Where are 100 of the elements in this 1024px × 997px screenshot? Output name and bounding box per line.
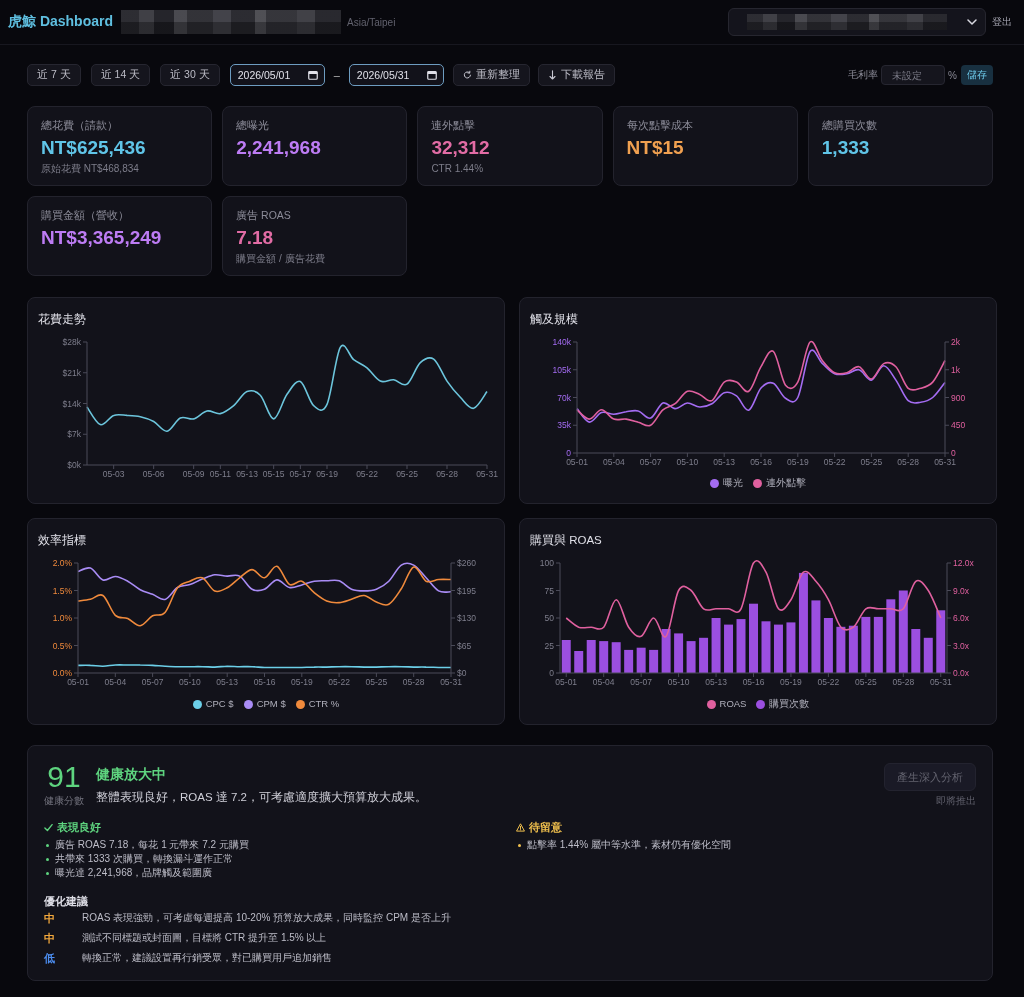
health-summary: 整體表現良好，ROAS 達 7.2，可考慮適度擴大預算放大成果。 — [96, 790, 427, 805]
tick-label: 05-07 — [141, 677, 164, 687]
tick-label: 05-31 — [929, 677, 952, 687]
date-field[interactable]: 2026/05/31 — [348, 64, 444, 86]
health-status: 健康放大中 — [96, 765, 166, 783]
percent-unit: % — [948, 69, 957, 81]
tick-label: 05-28 — [402, 677, 425, 687]
tick-label: 05-22 — [328, 677, 350, 687]
kpi-label: 廣告 ROAS — [236, 208, 291, 222]
margin-field[interactable]: 未設定 — [881, 65, 946, 85]
kpi-label: 總花費（請款） — [41, 118, 118, 132]
tick-label: 05-28 — [892, 677, 915, 687]
range-button[interactable]: 近 30 天 — [160, 64, 220, 86]
tick-label: 0 — [566, 448, 571, 458]
suggestions-title: 優化建議 — [44, 894, 88, 908]
account-select[interactable] — [728, 8, 986, 36]
tick-label: 05-22 — [817, 677, 840, 687]
tick-label: 9.0x — [953, 585, 970, 596]
tick-label: $14k — [62, 398, 81, 409]
tick-label: 2.0% — [52, 558, 72, 568]
logout-link[interactable]: 登出 — [992, 15, 1012, 29]
kpi-value: 1,333 — [821, 136, 870, 160]
tick-label: 05-13 — [216, 677, 239, 687]
score-label: 健康分數 — [44, 794, 84, 808]
tick-label: 05-28 — [436, 469, 458, 479]
tick-label: 05-22 — [356, 469, 378, 479]
tick-label: 05-13 — [713, 457, 736, 467]
tick-label: 0 — [951, 448, 956, 458]
tick-label: 05-07 — [630, 677, 652, 687]
kpi-value: NT$3,365,249 — [41, 226, 162, 250]
tick-label: 05-31 — [934, 457, 956, 467]
tick-label: 05-25 — [396, 469, 418, 479]
finding-text: 廣告 ROAS 7.18，每花 1 元帶來 7.2 元購買 — [55, 838, 249, 852]
tick-label: 05-31 — [476, 469, 498, 479]
tick-label: 6.0x — [953, 613, 970, 623]
tick-label: 05-10 — [667, 677, 690, 687]
tick-label: 105k — [552, 364, 571, 375]
tick-label: 0 — [549, 668, 554, 678]
tick-label: 12.0x — [953, 558, 974, 568]
kpi-label: 每次點擊成本 — [626, 118, 693, 132]
tick-label: 75 — [544, 585, 554, 596]
tick-label: $28k — [62, 337, 81, 347]
range-button[interactable]: 近 7 天 — [27, 64, 81, 86]
tick-label: 1k — [951, 364, 960, 375]
tick-label: 05-15 — [262, 469, 285, 479]
tick-label: 25 — [544, 640, 554, 651]
kpi-note: 原始花費 NT$468,834 — [41, 162, 139, 175]
tick-label: 05-13 — [236, 469, 258, 479]
priority-label: 中 — [44, 911, 56, 926]
calendar-icon — [426, 70, 437, 80]
date-field[interactable]: 2026/05/01 — [229, 64, 325, 86]
tick-label: 05-28 — [897, 457, 920, 467]
bullet-icon — [518, 843, 521, 847]
finding-text: 曝光達 2,241,968，品牌觸及範圍廣 — [55, 866, 213, 880]
tick-label: 05-25 — [860, 457, 883, 467]
tick-label: 05-13 — [705, 677, 727, 687]
tick-label: $65 — [457, 640, 472, 651]
warning-icon — [516, 822, 525, 832]
tick-label: $0k — [67, 460, 81, 470]
brand-title: 虎鯨 Dashboard — [8, 13, 113, 31]
circular-arrow-icon — [462, 70, 472, 80]
tick-label: 1.0% — [52, 613, 72, 623]
kpi-value: 7.18 — [236, 226, 274, 250]
legend-label: CPM $ — [256, 697, 286, 711]
suggestion-text: 轉換正常，建議設置再行銷受眾，對已購買用戶追加銷售 — [82, 951, 332, 965]
tick-label: 05-19 — [780, 677, 802, 687]
kpi-value: NT$625,436 — [41, 136, 146, 160]
save-button[interactable]: 儲存 — [961, 65, 993, 85]
kpi-note: 購買金額 / 廣告花費 — [236, 252, 325, 265]
tick-label: 2k — [951, 337, 960, 347]
tick-label: 900 — [951, 392, 966, 403]
tick-label: 05-16 — [750, 457, 772, 467]
kpi-note: CTR 1.44% — [431, 162, 484, 175]
tick-label: 05-16 — [253, 677, 276, 687]
legend-label: CTR % — [308, 697, 340, 711]
legend-label: 連外點擊 — [766, 476, 806, 490]
timezone-label: Asia/Taipei — [347, 16, 396, 28]
tick-label: 05-06 — [142, 469, 165, 479]
tick-label: 05-10 — [676, 457, 699, 467]
report-button[interactable]: 下載報告 — [537, 64, 615, 86]
tick-label: 50 — [544, 613, 554, 623]
range-button[interactable]: 近 14 天 — [90, 64, 151, 86]
chart-title: 觸及規模 — [530, 312, 578, 326]
tick-label: 0.5% — [52, 640, 72, 651]
legend-label: ROAS — [719, 697, 747, 711]
legend-label: 曝光 — [723, 476, 743, 490]
tick-label: 05-22 — [823, 457, 846, 467]
check-icon — [44, 822, 53, 832]
priority-label: 低 — [44, 951, 56, 966]
suggestion-text: ROAS 表現強勁，可考慮每週提高 10-20% 預算放大成果，同時監控 CPM 是否上升 — [82, 911, 451, 925]
tick-label: 35k — [557, 420, 571, 431]
tick-label: 05-04 — [104, 677, 127, 687]
kpi-label: 連外點擊 — [431, 118, 476, 132]
tick-label: 05-09 — [182, 469, 205, 479]
tick-label: 05-25 — [365, 677, 388, 687]
refresh-button[interactable]: 重新整理 — [452, 64, 530, 86]
margin-label: 毛利率 — [848, 68, 879, 82]
tick-label: 05-31 — [440, 677, 462, 687]
chart-title: 花費走勢 — [38, 312, 86, 326]
tick-label: 05-01 — [566, 457, 588, 467]
